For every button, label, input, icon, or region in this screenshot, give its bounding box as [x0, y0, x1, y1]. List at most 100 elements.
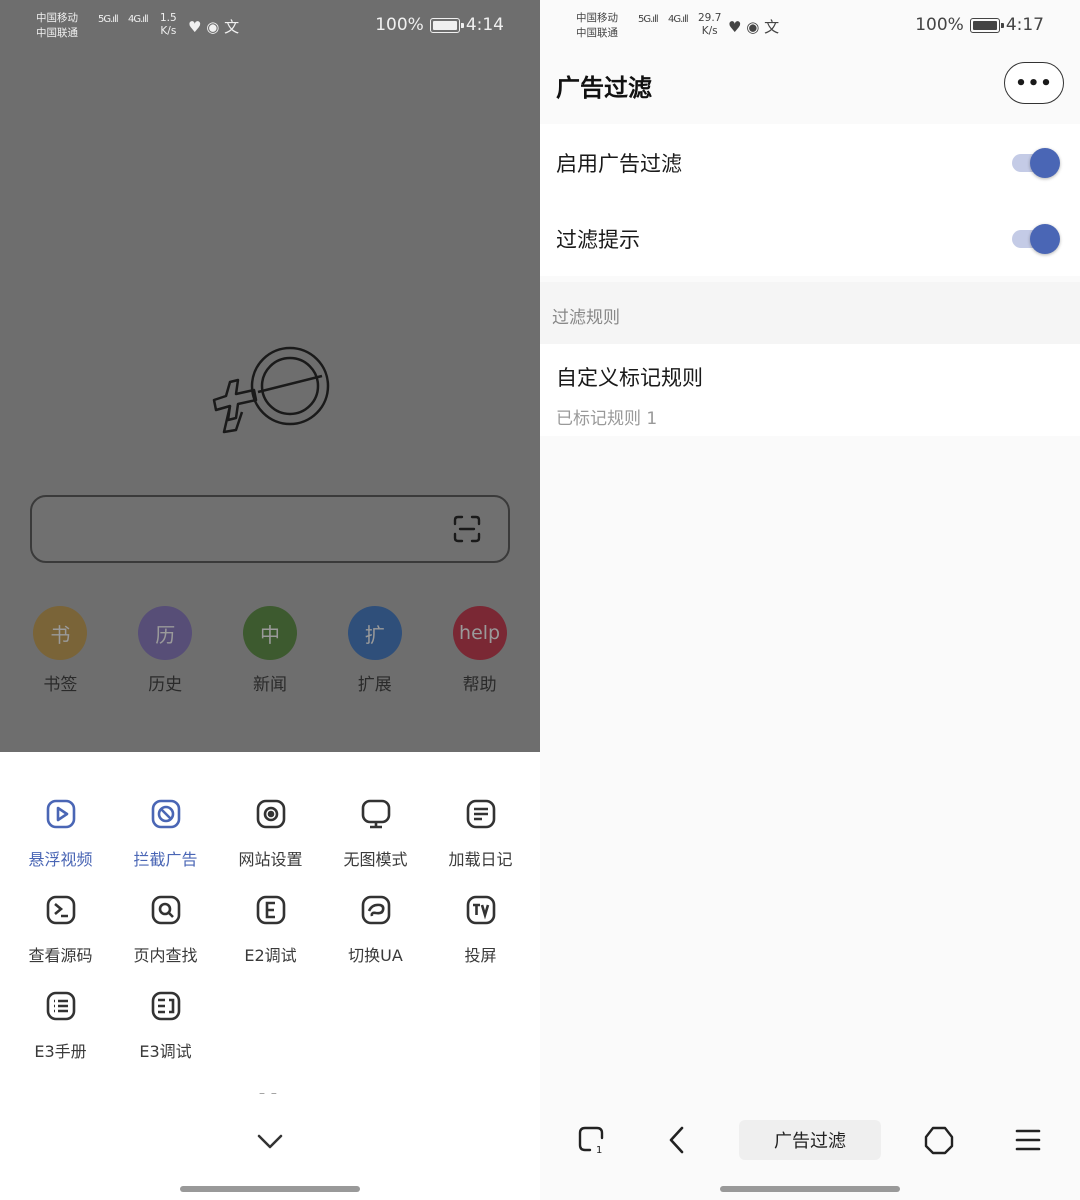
menu-icon[interactable]	[1012, 1124, 1044, 1156]
page-header: 广告过滤 •••	[540, 60, 1080, 108]
menu-label: E2调试	[244, 946, 297, 965]
enable-ad-filter-toggle[interactable]	[1012, 146, 1060, 178]
carrier-1: 中国移动	[36, 12, 78, 24]
menu-e3-debug[interactable]: E3调试	[113, 988, 218, 1062]
battery-icon	[969, 17, 1004, 33]
manual-icon	[46, 991, 75, 1021]
shortcut-label: 新闻	[252, 675, 287, 695]
setting-filter-hint[interactable]: 过滤提示	[540, 200, 1080, 276]
svg-text:1: 1	[596, 1145, 602, 1156]
shortcut-label: 书签	[43, 675, 78, 695]
current-page-title[interactable]: 广告过滤	[739, 1120, 881, 1160]
shortcut-bookmarks[interactable]: 书 书签	[10, 606, 110, 695]
back-icon[interactable]	[662, 1124, 694, 1156]
page-title: 广告过滤	[556, 74, 652, 102]
status-right: 100% 4:14	[375, 15, 504, 35]
site-settings-icon	[256, 799, 285, 829]
carrier-2: 中国联通	[576, 27, 618, 39]
network-speed: 1.5 K/s	[160, 12, 177, 37]
battery-icon	[429, 17, 464, 33]
menu-e3-manual[interactable]: E3手册	[8, 988, 113, 1062]
menu-no-image-mode[interactable]: 无图模式	[323, 796, 428, 870]
signal-4g-icon: 4G.ıll	[128, 14, 149, 25]
e2-icon	[256, 895, 285, 925]
shortcut-help[interactable]: help 帮助	[430, 606, 530, 695]
home-indicator[interactable]	[180, 1186, 360, 1192]
status-bar: 中国移动 中国联通 5G.ıll 4G.ıll 29.7 K/s ♥ ◉ 文 1…	[540, 0, 1080, 52]
menu-label: 拦截广告	[133, 850, 198, 869]
filter-hint-toggle[interactable]	[1012, 222, 1060, 254]
current-page-label: 广告过滤	[774, 1131, 846, 1152]
block-icon	[151, 799, 180, 829]
menu-cast[interactable]: 投屏	[428, 892, 533, 966]
menu-label: 页内查找	[133, 946, 198, 965]
shortcut-label: 帮助	[462, 675, 497, 695]
carrier-info: 中国移动 中国联通	[576, 11, 618, 41]
menu-floating-video[interactable]: 悬浮视频	[8, 796, 113, 870]
tabs-icon[interactable]: 1	[576, 1124, 608, 1156]
menu-block-ads[interactable]: 拦截广告	[113, 796, 218, 870]
monitor-icon	[361, 799, 390, 829]
scan-icon[interactable]	[452, 514, 482, 544]
chevron-down-icon[interactable]	[255, 1130, 285, 1152]
find-icon	[151, 895, 180, 925]
custom-rule-row[interactable]: 自定义标记规则 已标记规则 1	[540, 344, 1080, 436]
shortcut-label: 扩展	[357, 675, 392, 695]
bottom-nav: 1 广告过滤	[540, 1112, 1080, 1170]
menu-label: 网站设置	[238, 850, 303, 869]
battery-percent: 100%	[915, 15, 964, 35]
help-icon: help	[452, 606, 507, 660]
notification-icons: ♥ ◉ 文	[188, 18, 240, 36]
battery-percent: 100%	[375, 15, 424, 35]
menu-switch-ua[interactable]: 切换UA	[323, 892, 428, 966]
shortcut-news[interactable]: 中 新闻	[220, 606, 320, 695]
toggle-knob	[1030, 148, 1060, 178]
rule-subtitle: 已标记规则 1	[556, 409, 658, 429]
section-header: 过滤规则	[540, 282, 1080, 344]
browser-logo-icon	[212, 346, 330, 434]
more-button[interactable]: •••	[1004, 62, 1064, 104]
notification-icons: ♥ ◉ 文	[728, 18, 780, 36]
play-icon	[46, 799, 75, 829]
shortcut-row: 书 书签 历 历史 中 新闻 扩 扩展 help 帮助	[0, 606, 540, 695]
carrier-info: 中国移动 中国联通	[36, 11, 78, 41]
signal-5g-icon: 5G.ıll	[98, 14, 119, 25]
clock: 4:17	[1005, 15, 1044, 35]
search-input[interactable]	[30, 495, 510, 563]
toggle-knob	[1030, 224, 1060, 254]
bookmarks-icon: 书	[33, 606, 88, 660]
menu-label: 悬浮视频	[28, 850, 93, 869]
tools-grid: 悬浮视频 拦截广告 网站设置 无图模式 加载日记 查看源码 页内查找 E2调试 …	[8, 796, 533, 1062]
right-screen: 中国移动 中国联通 5G.ıll 4G.ıll 29.7 K/s ♥ ◉ 文 1…	[540, 0, 1080, 1200]
section-title: 过滤规则	[552, 308, 620, 328]
left-screen: 中国移动 中国联通 5G.ıll 4G.ıll 1.5 K/s ♥ ◉ 文 10…	[0, 0, 540, 1200]
menu-label: 查看源码	[28, 946, 93, 965]
home-icon[interactable]	[923, 1124, 955, 1156]
signal-5g-icon: 5G.ıll	[638, 14, 659, 25]
menu-find-in-page[interactable]: 页内查找	[113, 892, 218, 966]
clock: 4:14	[465, 15, 504, 35]
menu-load-log[interactable]: 加载日记	[428, 796, 533, 870]
carrier-2: 中国联通	[36, 27, 78, 39]
shortcut-extensions[interactable]: 扩 扩展	[325, 606, 425, 695]
history-icon: 历	[138, 606, 193, 660]
menu-view-source[interactable]: 查看源码	[8, 892, 113, 966]
setting-enable-ad-filter[interactable]: 启用广告过滤	[540, 124, 1080, 200]
status-right: 100% 4:17	[915, 15, 1044, 35]
menu-label: 投屏	[464, 946, 497, 965]
drag-handle[interactable]: – –	[259, 1086, 278, 1100]
shortcut-label: 历史	[148, 675, 183, 695]
menu-label: E3调试	[139, 1042, 192, 1061]
status-bar: 中国移动 中国联通 5G.ıll 4G.ıll 1.5 K/s ♥ ◉ 文 10…	[0, 0, 540, 52]
shortcut-history[interactable]: 历 历史	[115, 606, 215, 695]
home-indicator[interactable]	[720, 1186, 900, 1192]
menu-label: 切换UA	[348, 946, 403, 965]
menu-site-settings[interactable]: 网站设置	[218, 796, 323, 870]
more-icon: •••	[1015, 72, 1053, 94]
cast-tv-icon	[466, 895, 495, 925]
news-icon: 中	[242, 606, 297, 660]
extensions-icon: 扩	[347, 606, 402, 660]
menu-e2-debug[interactable]: E2调试	[218, 892, 323, 966]
log-icon	[466, 799, 495, 829]
tools-menu-sheet: 悬浮视频 拦截广告 网站设置 无图模式 加载日记 查看源码 页内查找 E2调试 …	[0, 752, 540, 1200]
